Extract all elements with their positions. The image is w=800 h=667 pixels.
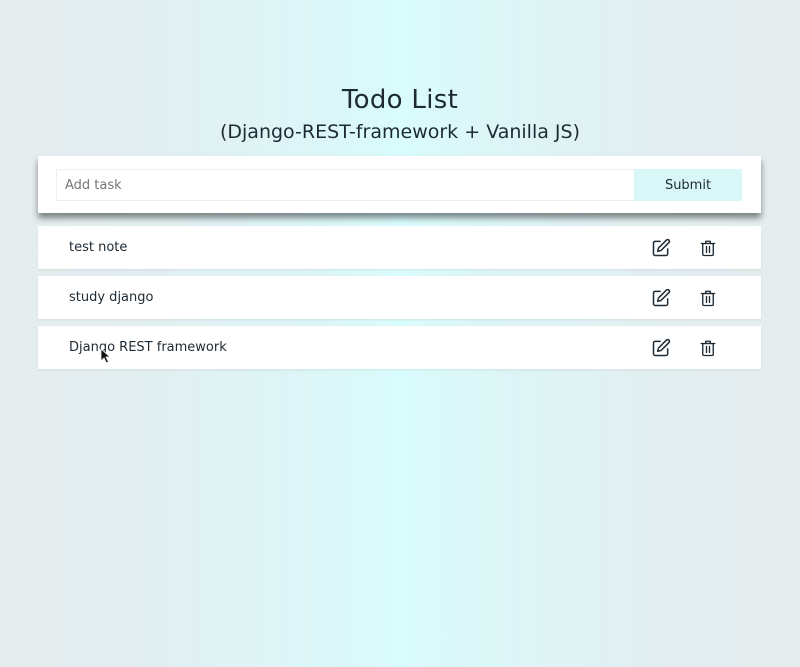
page-title: Todo List — [341, 85, 459, 115]
edit-icon[interactable] — [650, 337, 672, 359]
page-header: Todo List (Django-REST-framework + Vanil… — [0, 84, 800, 146]
task-list: test note study django Django REST frame… — [38, 226, 761, 376]
trash-icon[interactable] — [697, 237, 719, 259]
page-subtitle: (Django-REST-framework + Vanilla JS) — [219, 121, 580, 143]
mouse-cursor-icon — [100, 348, 112, 364]
task-input[interactable] — [56, 169, 634, 201]
task-item: Django REST framework — [38, 326, 761, 369]
trash-icon[interactable] — [697, 337, 719, 359]
task-title[interactable]: test note — [69, 226, 127, 269]
task-title[interactable]: Django REST framework — [69, 326, 227, 369]
edit-icon[interactable] — [650, 287, 672, 309]
task-item: study django — [38, 276, 761, 319]
trash-icon[interactable] — [697, 287, 719, 309]
edit-icon[interactable] — [650, 237, 672, 259]
task-item: test note — [38, 226, 761, 269]
task-title[interactable]: study django — [69, 276, 153, 319]
add-task-form: Submit — [38, 156, 761, 213]
submit-button[interactable]: Submit — [634, 169, 742, 201]
